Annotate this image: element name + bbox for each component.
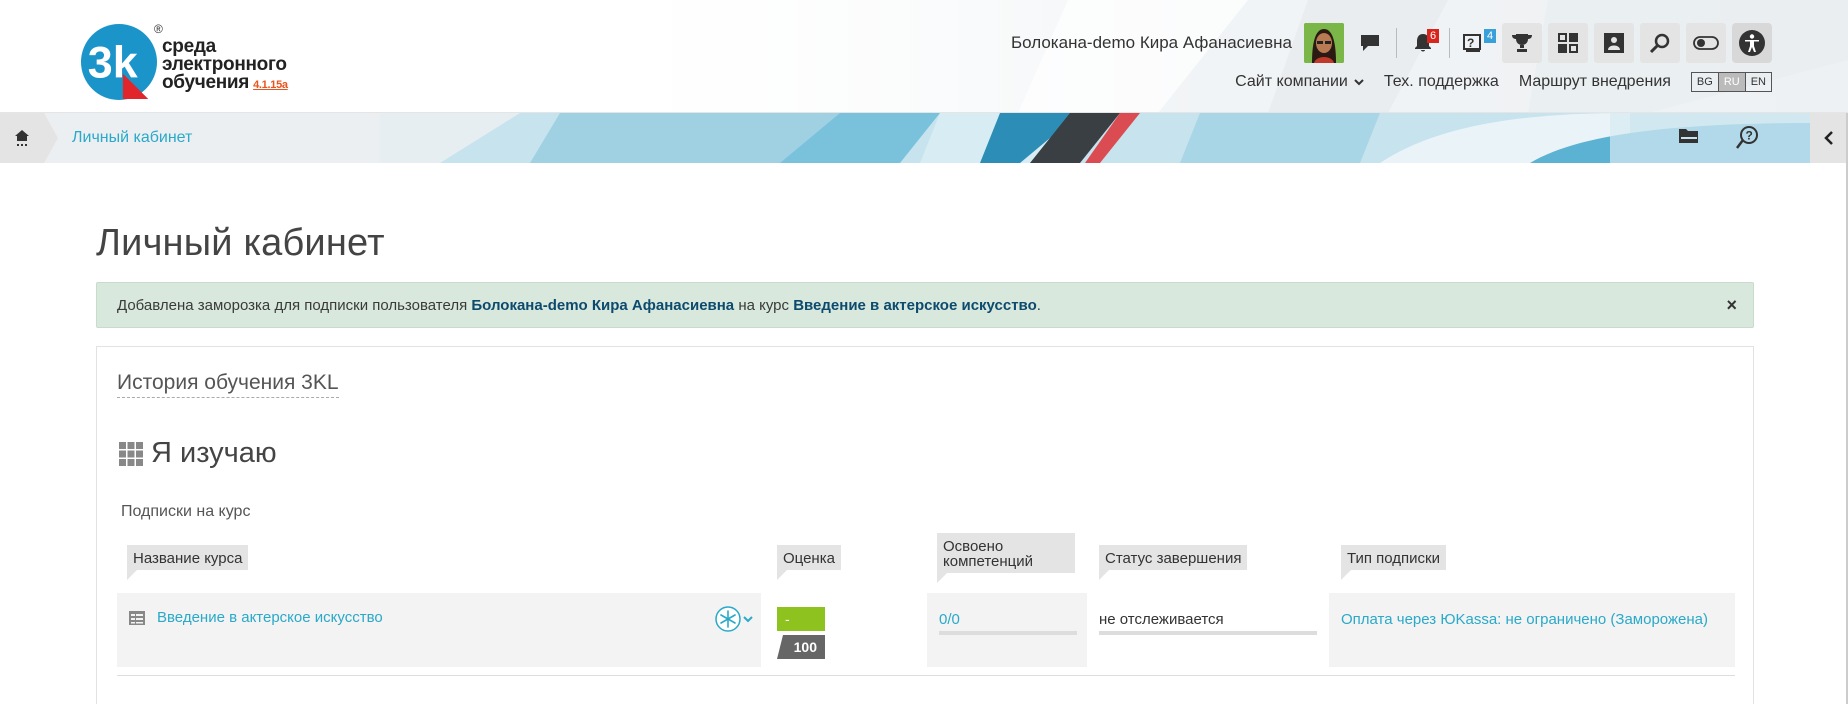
avatar[interactable] [1304, 23, 1344, 63]
user-help-icon[interactable]: ? [1736, 125, 1760, 149]
chevron-down-icon [1354, 78, 1364, 85]
breadcrumb-tools: ? [1678, 125, 1760, 149]
accessibility-icon[interactable] [1732, 23, 1772, 63]
company-site-label: Сайт компании [1235, 73, 1348, 90]
page-header: 3k ® среда электронного обучения 4.1.15a … [0, 0, 1848, 113]
table-row-cell-competencies [927, 593, 1087, 667]
avatar-image [1304, 23, 1344, 63]
grid-icon[interactable] [1548, 23, 1588, 63]
table-row-cell-type [1329, 593, 1735, 667]
breadcrumb-arrow [44, 113, 58, 163]
bell-icon[interactable]: 6 [1403, 23, 1443, 63]
company-site-menu[interactable]: Сайт компании [1235, 73, 1364, 91]
logo-version[interactable]: 4.1.15a [253, 79, 288, 91]
search-icon[interactable] [1640, 23, 1680, 63]
grade-max: 100 [777, 635, 825, 659]
competencies-value[interactable]: 0/0 [939, 611, 960, 628]
home-icon [15, 130, 29, 146]
logo-registered-mark: ® [154, 22, 163, 36]
breadcrumb-current: Личный кабинет [72, 129, 193, 146]
column-header-name-label: Название курса [133, 550, 243, 567]
column-header-competencies-line-2: компетенций [943, 553, 1034, 570]
folder-icon[interactable] [1678, 125, 1700, 147]
portfolio-icon[interactable] [1594, 23, 1634, 63]
notifications-count-badge: 6 [1427, 29, 1439, 43]
page-title: Личный кабинет [96, 222, 385, 264]
column-header-competencies[interactable]: Освоено компетенций [937, 533, 1075, 583]
table-row [117, 593, 761, 667]
toolbar-separator [1449, 28, 1450, 58]
chevron-left-icon [1824, 131, 1833, 145]
success-alert: Добавлена заморозка для подписки пользов… [96, 282, 1754, 328]
support-link[interactable]: Тех. поддержка [1384, 73, 1499, 91]
column-header-grade[interactable]: Оценка [777, 545, 841, 580]
breadcrumb-decoration [380, 113, 1810, 163]
site-logo[interactable]: 3k ® среда электронного обучения 4.1.15a [80, 18, 300, 106]
row-divider [117, 675, 1735, 676]
alert-user: Болокана-demo Кира Афанасиевна [471, 297, 735, 314]
svg-text:?: ? [1746, 129, 1753, 143]
completion-progress-bar [1099, 631, 1317, 635]
freeze-menu[interactable] [715, 606, 753, 632]
user-toolbar: Болокана-demo Кира Афанасиевна 6 ? 4 [1011, 22, 1772, 64]
user-name[interactable]: Болокана-demo Кира Афанасиевна [1011, 33, 1292, 53]
grade-widget: - 100 [777, 607, 825, 661]
subscriptions-subtitle: Подписки на курс [121, 503, 251, 520]
course-link[interactable]: Введение в актерское искусство [157, 609, 383, 626]
column-header-type-label: Тип подписки [1347, 550, 1441, 567]
lang-ru[interactable]: RU [1717, 73, 1745, 91]
lang-en[interactable]: EN [1744, 73, 1771, 91]
card-title[interactable]: История обучения 3KL [117, 371, 339, 398]
column-header-type[interactable]: Тип подписки [1341, 545, 1447, 580]
chevron-down-icon [743, 615, 753, 622]
header-nav: Сайт компании Тех. поддержка Маршрут вне… [1235, 72, 1772, 92]
svg-text:?: ? [1467, 36, 1474, 50]
column-header-status[interactable]: Статус завершения [1099, 545, 1248, 580]
completion-status: не отслеживается [1099, 611, 1224, 628]
column-header-status-label: Статус завершения [1105, 550, 1242, 567]
questions-count-badge: 4 [1484, 29, 1496, 43]
toggle-icon[interactable] [1686, 23, 1726, 63]
alert-suffix: . [1036, 297, 1041, 314]
language-switcher: BG RU EN [1690, 72, 1772, 92]
section-title: Я изучаю [119, 437, 277, 470]
competencies-progress-bar [939, 631, 1077, 635]
chat-icon[interactable] [1350, 23, 1390, 63]
logo-line-3-text: обучения [162, 72, 250, 93]
toolbar-separator [1396, 28, 1397, 58]
breadcrumb-bar: Личный кабинет ? [0, 113, 1848, 163]
alert-course: Введение в актерское искусство [793, 297, 1037, 314]
route-link[interactable]: Маршрут внедрения [1519, 73, 1671, 91]
column-header-name[interactable]: Название курса [127, 545, 249, 580]
logo-badge: 3k [80, 23, 158, 101]
question-icon[interactable]: ? 4 [1456, 23, 1496, 63]
close-icon[interactable]: × [1726, 295, 1737, 316]
learning-history-card: История обучения 3KL Я изучаю Подписки н… [96, 346, 1754, 704]
section-title-text: Я изучаю [151, 437, 277, 469]
lang-bg[interactable]: BG [1692, 73, 1718, 91]
snowflake-icon [715, 606, 741, 632]
trophy-icon[interactable] [1502, 23, 1542, 63]
column-header-competencies-line-1: Освоено [943, 538, 1004, 555]
alert-middle: на курс [734, 297, 794, 314]
logo-text: среда электронного обучения 4.1.15a [162, 37, 288, 94]
grid-icon [119, 441, 143, 466]
alert-prefix: Добавлена заморозка для подписки пользов… [117, 297, 472, 314]
svg-text:3k: 3k [88, 37, 138, 88]
sidebar-toggle-button[interactable] [1810, 113, 1848, 163]
course-icon [129, 611, 145, 625]
grade-value: - [777, 607, 825, 631]
subscription-type-link[interactable]: Оплата через ЮKassa: не ограничено (Замо… [1341, 611, 1708, 628]
home-button[interactable] [0, 113, 44, 163]
logo-line-3: обучения 4.1.15a [162, 72, 288, 94]
column-header-grade-label: Оценка [783, 550, 835, 567]
